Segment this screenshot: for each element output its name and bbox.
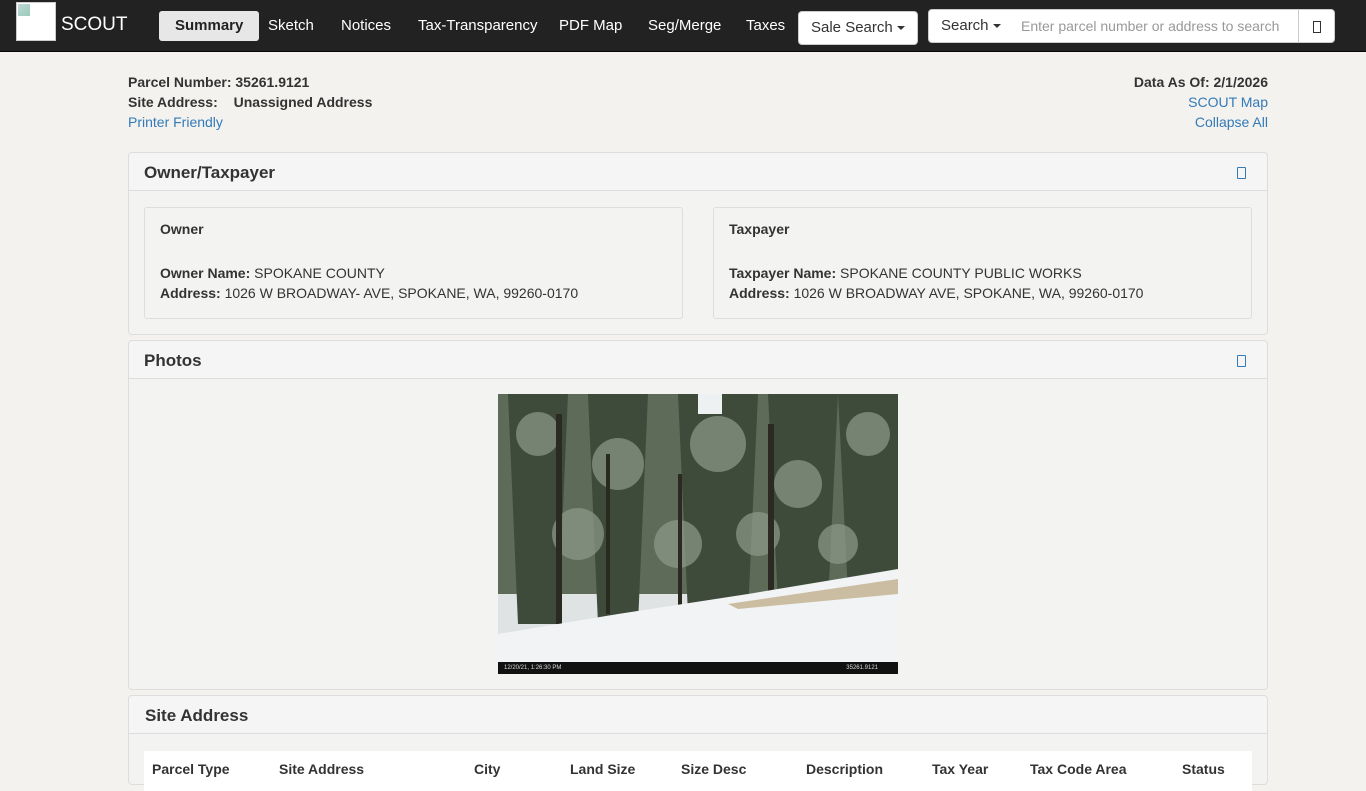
column-header[interactable]: Parcel Type <box>152 761 230 777</box>
search-type-button[interactable]: Search <box>928 9 1010 43</box>
search-input[interactable] <box>1009 9 1299 43</box>
site-address-table-header: Parcel Type Site Address City Land Size … <box>144 751 1252 791</box>
parcel-photo[interactable]: 12/20/21, 1:26:30 PM 35261.9121 <box>498 394 898 674</box>
taxpayer-card: Taxpayer Taxpayer Name: SPOKANE COUNTY P… <box>713 207 1252 319</box>
photos-heading[interactable]: Photos <box>129 341 1267 379</box>
nav-seg-merge[interactable]: Seg/Merge <box>639 11 730 41</box>
parcel-info: Parcel Number: 35261.9121 Site Address: … <box>128 72 372 132</box>
sale-search-button[interactable]: Sale Search <box>798 11 918 45</box>
brand-logo[interactable] <box>16 2 56 41</box>
panel-title: Photos <box>144 351 202 370</box>
taxpayer-card-title: Taxpayer <box>729 221 790 237</box>
taxpayer-address-value: 1026 W BROADWAY AVE, SPOKANE, WA, 99260-… <box>793 285 1144 301</box>
collapse-icon[interactable] <box>1237 167 1246 179</box>
sale-search-label: Sale Search <box>811 19 893 36</box>
data-as-of-value: 2/1/2026 <box>1213 74 1269 90</box>
owner-card: Owner Owner Name: SPOKANE COUNTY Address… <box>144 207 683 319</box>
data-as-of-label: Data As Of: <box>1133 74 1210 90</box>
owner-address-value: 1026 W BROADWAY- AVE, SPOKANE, WA, 99260… <box>224 285 579 301</box>
printer-friendly-link[interactable]: Printer Friendly <box>128 114 223 130</box>
owner-card-title: Owner <box>160 221 204 237</box>
nav-sketch[interactable]: Sketch <box>259 11 323 41</box>
site-address-value: Unassigned Address <box>233 94 373 110</box>
parcel-number-row: Parcel Number: 35261.9121 <box>128 72 372 92</box>
column-header[interactable]: Tax Code Area <box>1030 761 1126 777</box>
chevron-down-icon <box>896 26 905 31</box>
scout-map-link[interactable]: SCOUT Map <box>1188 94 1268 110</box>
nav-notices[interactable]: Notices <box>332 11 400 41</box>
owner-name-value: SPOKANE COUNTY <box>254 265 385 281</box>
brand-name[interactable]: SCOUT <box>61 14 128 36</box>
nav-taxes[interactable]: Taxes <box>737 11 794 41</box>
column-header[interactable]: Site Address <box>279 761 364 777</box>
owner-taxpayer-panel: Owner/Taxpayer Owner Owner Name: SPOKANE… <box>128 152 1268 335</box>
taxpayer-name-value: SPOKANE COUNTY PUBLIC WORKS <box>840 265 1082 281</box>
taxpayer-name-label: Taxpayer Name: <box>729 265 837 281</box>
nav-summary[interactable]: Summary <box>159 11 260 41</box>
nav-pdf-map[interactable]: PDF Map <box>550 11 631 41</box>
owner-name-row: Owner Name: SPOKANE COUNTY <box>160 265 385 281</box>
owner-address-label: Address: <box>160 285 221 301</box>
collapse-icon[interactable] <box>1237 355 1246 367</box>
photo-timestamp: 12/20/21, 1:26:30 PM <box>504 665 562 671</box>
column-header[interactable]: Description <box>806 761 883 777</box>
photo-parcel-stamp: 35261.9121 <box>846 665 878 671</box>
photos-panel: Photos 12/20/21, 1:26:30 PM 35261.9121 <box>128 340 1268 690</box>
chevron-down-icon <box>992 24 1001 29</box>
column-header[interactable]: Tax Year <box>932 761 988 777</box>
search-group: Search <box>928 9 1335 43</box>
nav-tax-transparency[interactable]: Tax-Transparency <box>409 11 547 41</box>
parcel-number-label: Parcel Number: <box>128 74 232 90</box>
taxpayer-address-label: Address: <box>729 285 790 301</box>
taxpayer-name-row: Taxpayer Name: SPOKANE COUNTY PUBLIC WOR… <box>729 265 1082 281</box>
panel-title: Owner/Taxpayer <box>144 163 276 182</box>
forest-snow-image <box>498 394 898 662</box>
owner-address-row: Address: 1026 W BROADWAY- AVE, SPOKANE, … <box>160 285 578 301</box>
search-submit-button[interactable] <box>1298 9 1335 43</box>
search-type-label: Search <box>941 17 989 34</box>
column-header[interactable]: Size Desc <box>681 761 746 777</box>
taxpayer-address-row: Address: 1026 W BROADWAY AVE, SPOKANE, W… <box>729 285 1143 301</box>
column-header[interactable]: Land Size <box>570 761 635 777</box>
navbar: SCOUT Summary Sketch Notices Tax-Transpa… <box>0 0 1366 52</box>
data-info: Data As Of: 2/1/2026 SCOUT Map Collapse … <box>1134 72 1268 132</box>
site-address-label: Site Address: <box>128 94 218 110</box>
owner-name-label: Owner Name: <box>160 265 251 281</box>
owner-taxpayer-heading[interactable]: Owner/Taxpayer <box>129 153 1267 191</box>
panel-title: Site Address <box>145 706 249 725</box>
site-address-panel: Site Address Parcel Type Site Address Ci… <box>128 695 1268 791</box>
column-header[interactable]: Status <box>1182 761 1225 777</box>
column-header[interactable]: City <box>474 761 500 777</box>
parcel-number-value: 35261.9121 <box>235 74 310 90</box>
collapse-all-link[interactable]: Collapse All <box>1195 114 1268 130</box>
site-address-heading[interactable]: Site Address <box>129 696 1267 734</box>
site-address-row: Site Address: Unassigned Address <box>128 92 372 112</box>
photo-timestamp-bar: 12/20/21, 1:26:30 PM 35261.9121 <box>498 662 898 674</box>
search-icon <box>1313 21 1321 33</box>
data-as-of-row: Data As Of: 2/1/2026 <box>1134 72 1268 92</box>
